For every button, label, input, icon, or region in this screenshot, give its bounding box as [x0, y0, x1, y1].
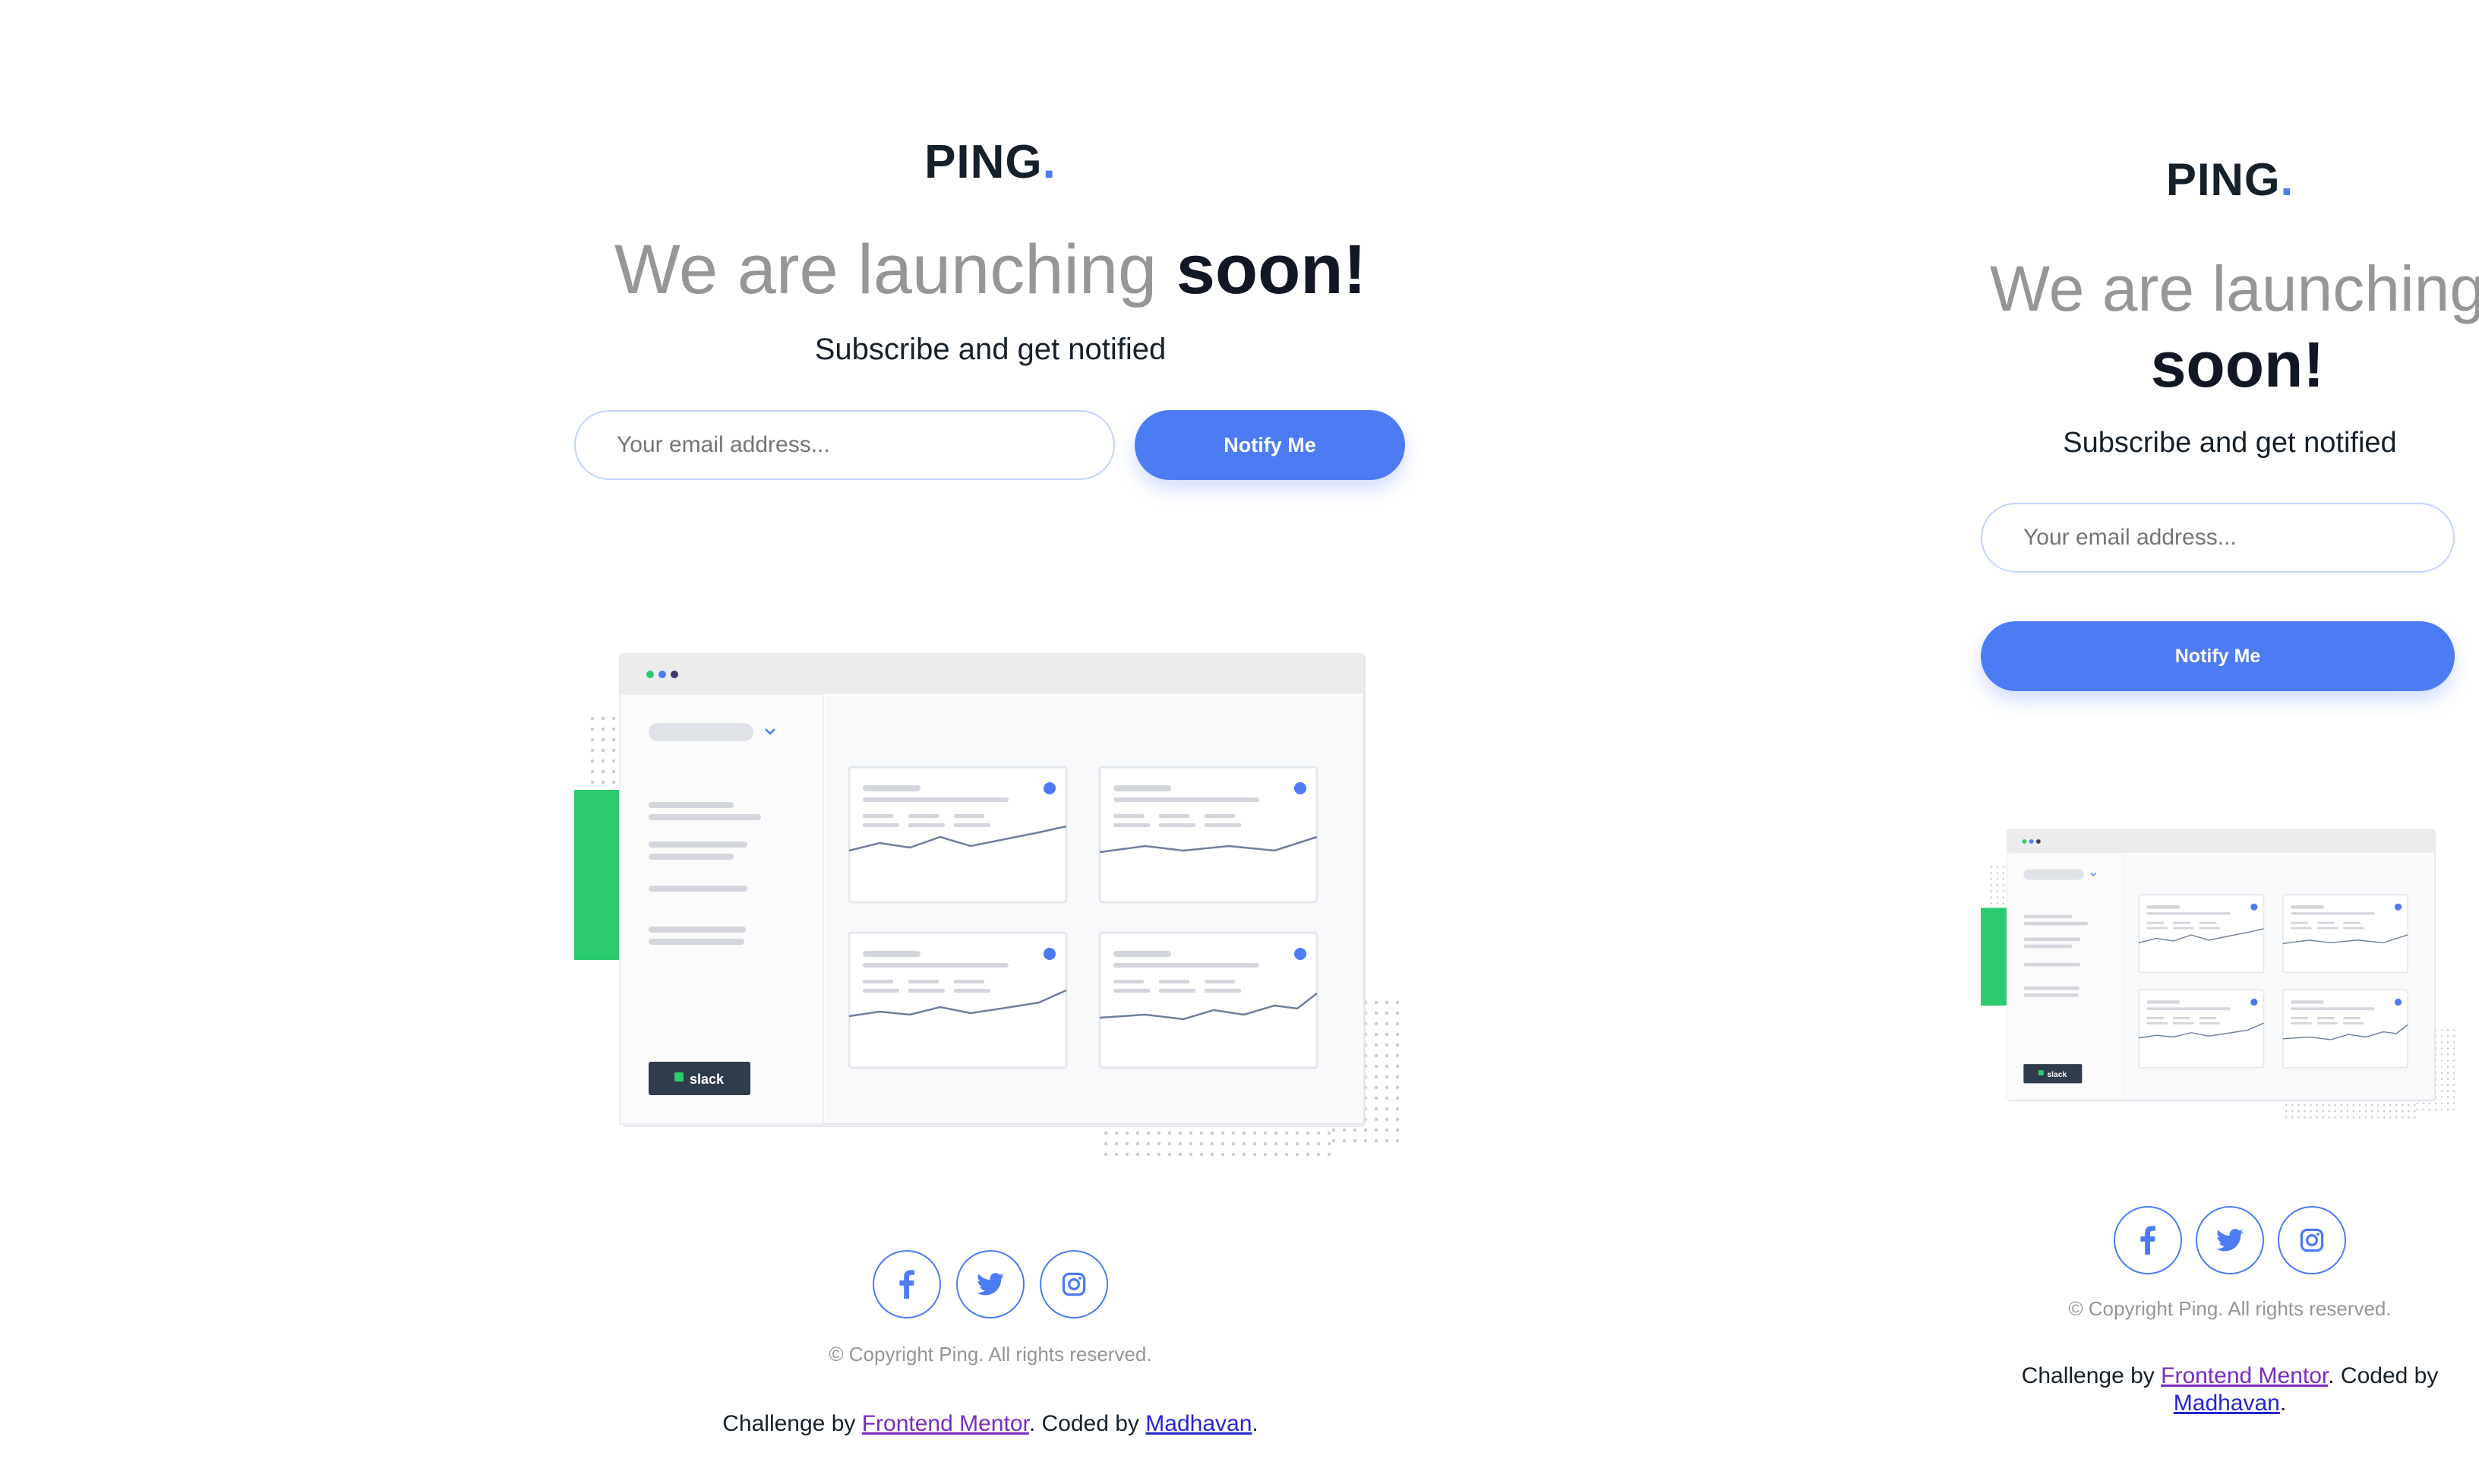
frontend-mentor-link[interactable]: Frontend Mentor — [2161, 1363, 2328, 1388]
page-title: We are launching soon! — [1988, 251, 2479, 403]
instagram-link[interactable] — [2278, 1206, 2346, 1274]
copyright: © Copyright Ping. All rights reserved. — [2068, 1297, 2392, 1320]
author-link[interactable]: Madhavan — [2174, 1391, 2280, 1416]
twitter-link[interactable] — [2196, 1206, 2264, 1274]
twitter-icon — [2216, 1229, 2244, 1252]
facebook-link[interactable] — [873, 1250, 941, 1318]
facebook-icon — [2140, 1226, 2155, 1255]
subtitle: Subscribe and get notified — [2063, 427, 2397, 459]
svg-text:slack: slack — [2047, 1071, 2067, 1079]
social-links — [1981, 1206, 2479, 1274]
instagram-icon — [2300, 1228, 2324, 1252]
dashboard-illustration: slack — [1981, 828, 2459, 1124]
logo: PING. — [924, 136, 1056, 188]
attribution: Challenge by Frontend Mentor. Coded by M… — [2021, 1363, 2439, 1416]
copyright: © Copyright Ping. All rights reserved. — [829, 1343, 1152, 1366]
email-input[interactable] — [1981, 503, 2455, 573]
instagram-icon — [1062, 1272, 1086, 1296]
dashboard-illustration: slack — [574, 652, 1407, 1164]
notify-button[interactable]: Notify Me — [1135, 410, 1405, 480]
frontend-mentor-link[interactable]: Frontend Mentor — [862, 1411, 1029, 1436]
headline-light: We are launching — [614, 231, 1157, 308]
subtitle: Subscribe and get notified — [814, 333, 1167, 366]
attribution: Challenge by Frontend Mentor. Coded by M… — [722, 1411, 1258, 1436]
twitter-link[interactable] — [956, 1250, 1025, 1318]
headline-light: We are launching — [1989, 253, 2479, 324]
twitter-icon — [977, 1273, 1004, 1296]
notify-button[interactable]: Notify Me — [1981, 621, 2455, 691]
headline-strong: soon! — [2150, 329, 2325, 400]
email-input[interactable] — [574, 410, 1115, 480]
logo: PING. — [2165, 154, 2294, 205]
social-links — [0, 1250, 1981, 1318]
page-title: We are launching soon! — [0, 228, 1981, 311]
instagram-link[interactable] — [1040, 1250, 1108, 1318]
facebook-icon — [899, 1270, 914, 1299]
facebook-link[interactable] — [2114, 1206, 2182, 1274]
author-link[interactable]: Madhavan — [1145, 1411, 1252, 1436]
headline-strong: soon! — [1176, 231, 1367, 308]
svg-text:slack: slack — [690, 1072, 725, 1087]
